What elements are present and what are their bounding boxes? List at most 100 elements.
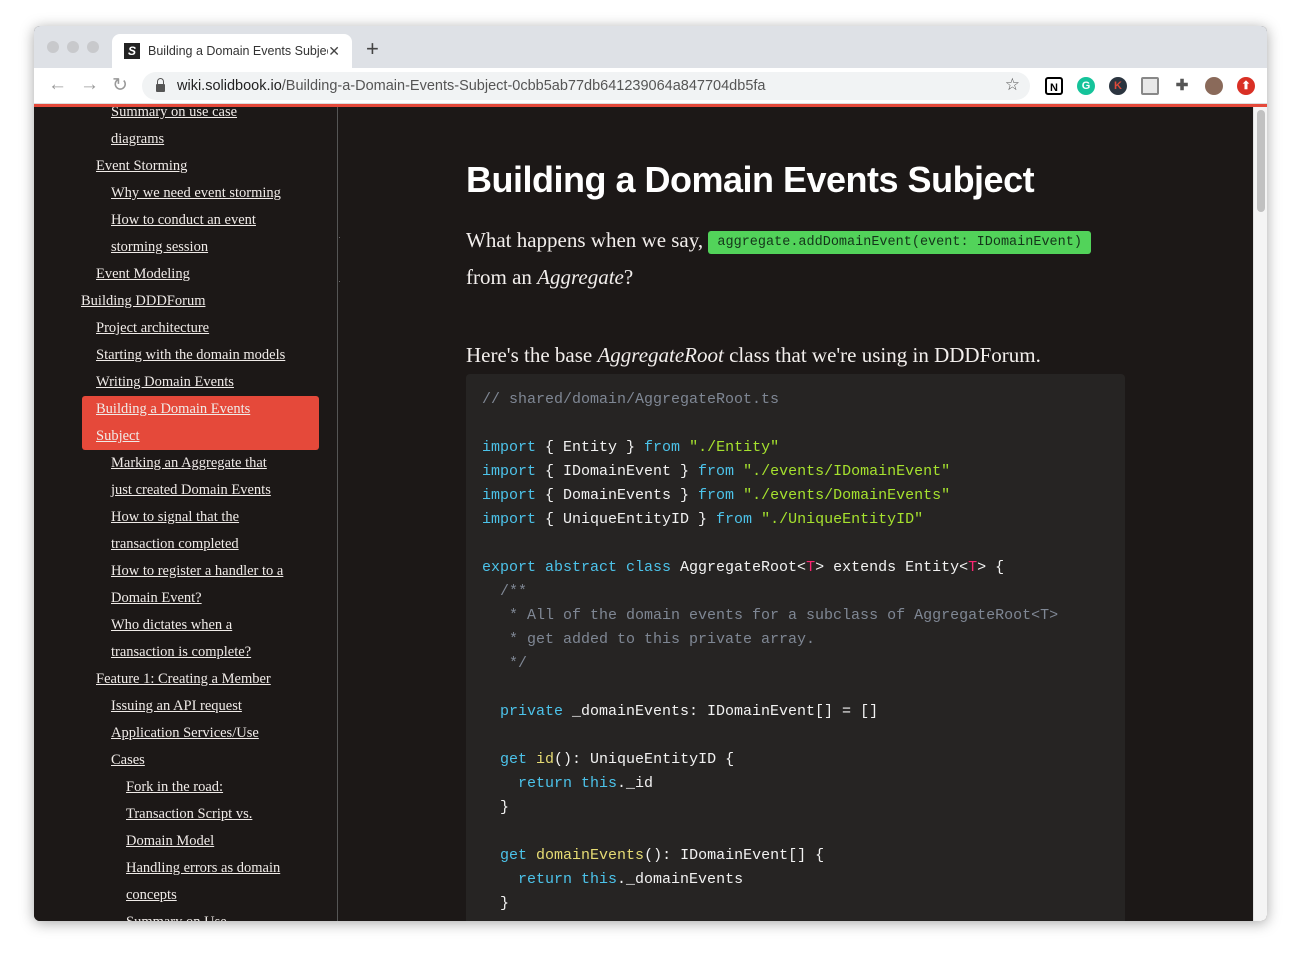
sidebar-item[interactable]: Application Services/Use Cases (34, 720, 337, 774)
url-path: /Building-a-Domain-Events-Subject-0cbb5a… (281, 78, 766, 94)
sidebar-item[interactable]: How to signal that the transaction comple… (34, 504, 337, 558)
sidebar-item-label: Who dictates when a (111, 617, 233, 633)
browser-toolbar: ← → ↻ wiki.solidbook.io/Building-a-Domai… (34, 68, 1267, 104)
sidebar-item-label: Domain Model (126, 833, 215, 849)
update-extension-icon[interactable]: ⬆ (1237, 77, 1255, 95)
code-token: import (482, 463, 537, 480)
back-icon[interactable]: ← (48, 74, 67, 96)
code-token: // shared/domain/AggregateRoot.ts (482, 391, 780, 408)
puzzle-extension-icon[interactable]: ✚ (1173, 77, 1191, 95)
code-line: * get added to this private array. (482, 628, 1125, 652)
sidebar-item-label: Feature 1: Creating a Member (96, 671, 271, 687)
sidebar-item[interactable]: Building DDDForum (34, 288, 337, 315)
code-token: * All of the domain events for a subclas… (482, 607, 1059, 624)
avatar-extension-icon[interactable] (1205, 77, 1223, 95)
sidebar-item[interactable]: Event Modeling (34, 261, 337, 288)
sidebar-item-label: Marking an Aggregate that (111, 455, 267, 471)
sidebar-item[interactable]: Summary on Use (34, 909, 337, 921)
sidebar-item[interactable]: Summary on use case diagrams (34, 107, 337, 153)
sidebar-item-label: Building a Domain Events (96, 401, 251, 417)
sidebar-item[interactable]: Fork in the road: (34, 774, 337, 801)
code-token: { DomainEvents } (536, 487, 699, 504)
sidebar-item-label: How to conduct an event (111, 212, 256, 228)
new-tab-button[interactable]: + (366, 36, 379, 62)
scrollbar-thumb[interactable] (1257, 110, 1265, 212)
intro-paragraph: What happens when we say, aggregate.addD… (466, 224, 1091, 293)
code-line: private _domainEvents: IDomainEvent[] = … (482, 700, 1125, 724)
sidebar-item[interactable]: Transaction Script vs. Domain Model (34, 801, 337, 855)
sidebar-item[interactable]: Issuing an API request (34, 693, 337, 720)
maximize-window-button[interactable] (87, 41, 99, 53)
code-token: T (968, 559, 978, 576)
code-token: /** (482, 583, 528, 600)
code-token: this (581, 871, 618, 888)
code-token: } (482, 895, 510, 912)
grammarly-extension-icon[interactable]: G (1077, 77, 1095, 95)
code-line: } (482, 796, 1125, 820)
address-bar[interactable]: wiki.solidbook.io/Building-a-Domain-Even… (142, 72, 1030, 100)
code-token: */ (482, 655, 528, 672)
code-block: // shared/domain/AggregateRoot.ts import … (466, 374, 1125, 921)
sidebar-item-label: just created Domain Events (111, 482, 271, 498)
page-title: Building a Domain Events Subject (466, 159, 1035, 200)
sidebar-item[interactable]: How to conduct an event storming session (34, 207, 337, 261)
sidebar-item-label: Project architecture (96, 320, 210, 336)
code-token: id (536, 751, 555, 768)
sidebar-item-label: Starting with the domain models (96, 347, 286, 363)
code-token: import (482, 439, 537, 456)
sidebar-item-active[interactable]: Building a Domain Events Subject (82, 396, 319, 450)
sidebar-item[interactable]: Event Storming (34, 153, 337, 180)
sidebar-item-label: Event Storming (96, 158, 188, 174)
sidebar-item[interactable]: Handling errors as domain concepts (34, 855, 337, 909)
sidebar-item[interactable]: Feature 1: Creating a Member (34, 666, 337, 693)
code-line: import { IDomainEvent } from "./events/I… (482, 460, 1125, 484)
scrollbar[interactable] (1253, 107, 1267, 921)
code-token: { Entity } (536, 439, 645, 456)
k-extension-extension-icon[interactable]: K (1109, 77, 1127, 95)
code-line: import { UniqueEntityID } from "./Unique… (482, 508, 1125, 532)
code-token: { IDomainEvent } (536, 463, 699, 480)
code-token: domainEvents (536, 847, 645, 864)
cast-extension-icon[interactable] (1141, 77, 1159, 95)
sidebar-item-label: transaction completed (111, 536, 239, 552)
sidebar-item[interactable]: Who dictates when a transaction is comple… (34, 612, 337, 666)
code-token: return (482, 775, 573, 792)
sidebar-item-label: Handling errors as domain (126, 860, 281, 876)
bookmark-star-icon[interactable]: ☆ (1005, 75, 1020, 95)
sidebar-item[interactable]: Marking an Aggregate that just created Do… (34, 450, 337, 504)
emphasis: Aggregate (537, 265, 624, 289)
sidebar-item-label: How to register a handler to a (111, 563, 284, 579)
sidebar-item-label: How to signal that the (111, 509, 240, 525)
code-token: get (482, 751, 528, 768)
forward-icon[interactable]: → (80, 74, 99, 96)
text: class that we're using in DDDForum. (723, 343, 1041, 367)
minimize-window-button[interactable] (67, 41, 79, 53)
solidbook-favicon-icon: S (124, 43, 140, 59)
sidebar-item-label: Cases (111, 752, 145, 768)
sidebar-item[interactable]: Writing Domain Events (34, 369, 337, 396)
inline-code: aggregate.addDomainEvent(event: IDomainE… (708, 231, 1091, 254)
reload-icon[interactable]: ↻ (112, 74, 128, 97)
sidebar-item-label: Transaction Script vs. (126, 806, 253, 822)
sidebar-item-label: Why we need event storming (111, 185, 281, 201)
sidebar-item-label: Building DDDForum (81, 293, 206, 309)
sidebar-toc[interactable]: Summary on use case diagrams Event Stormin… (34, 107, 338, 921)
sidebar-item[interactable]: Why we need event storming (34, 180, 337, 207)
sidebar-item[interactable]: How to register a handler to a Domain Eve… (34, 558, 337, 612)
code-line: get id(): UniqueEntityID { (482, 748, 1125, 772)
code-token: } (482, 799, 510, 816)
close-window-button[interactable] (47, 41, 59, 53)
sidebar-item[interactable]: Starting with the domain models (34, 342, 337, 369)
browser-tab[interactable]: S Building a Domain Events Subject ✕ (112, 34, 352, 68)
sidebar-item[interactable]: Project architecture (34, 315, 337, 342)
code-line: return this._id (482, 772, 1125, 796)
sidebar-item-label: Issuing an API request (111, 698, 242, 714)
code-token: ._domainEvents (617, 871, 744, 888)
code-token: from (716, 511, 753, 528)
notion-extension-icon[interactable]: N (1045, 77, 1063, 95)
code-token: T (806, 559, 816, 576)
code-token: from (698, 487, 735, 504)
close-tab-icon[interactable]: ✕ (328, 43, 340, 60)
